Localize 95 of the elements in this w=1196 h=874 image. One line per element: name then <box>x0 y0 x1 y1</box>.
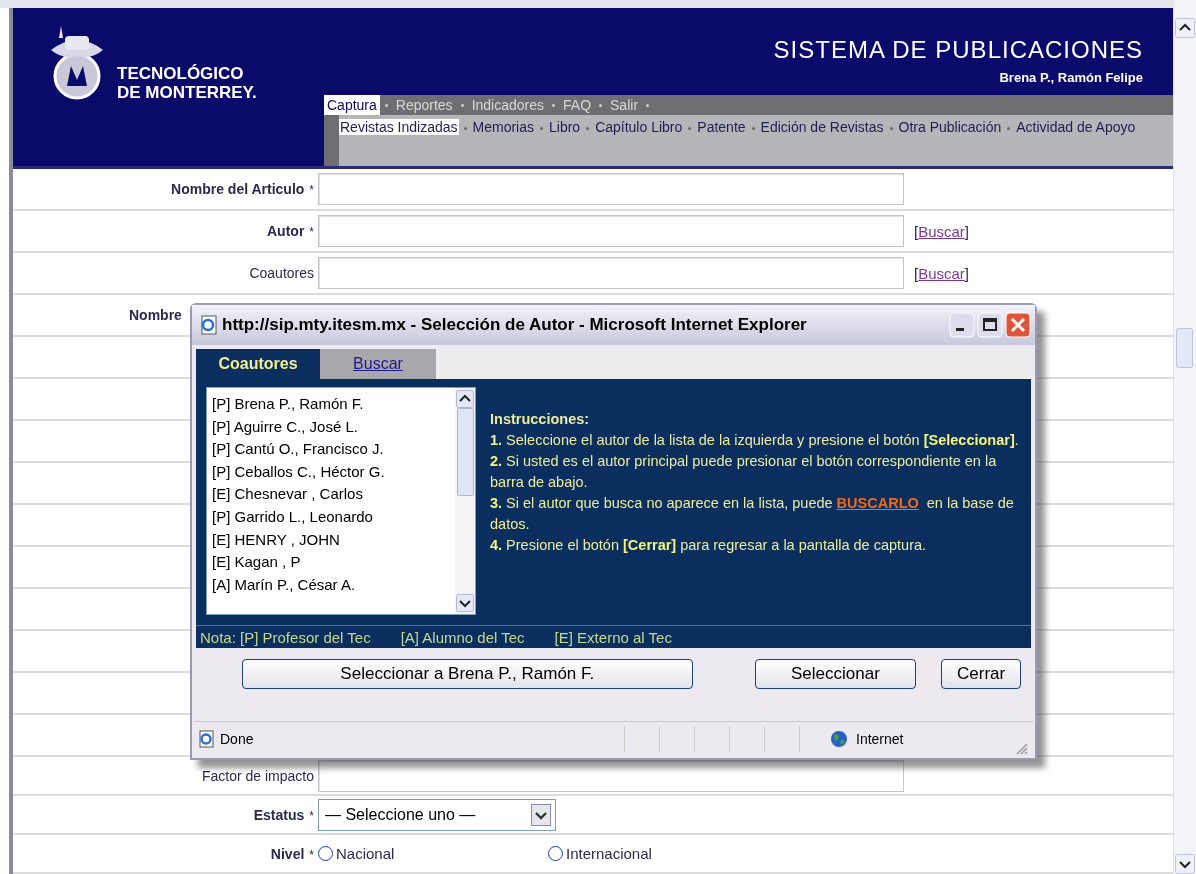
globe-icon <box>830 730 848 748</box>
required-mark: * <box>309 808 314 823</box>
separator-dot <box>751 126 755 130</box>
tab[interactable]: Coautores <box>196 349 320 379</box>
submenu-item[interactable]: Capítulo Libro <box>594 119 684 135</box>
minimize-icon[interactable] <box>949 312 975 338</box>
page-icon <box>198 730 216 748</box>
zone-text: Internet <box>856 731 904 747</box>
author-item[interactable]: [P] Cantú O., Francisco J. <box>212 438 455 461</box>
separator-dot <box>460 103 464 107</box>
author-item[interactable]: [P] Aguirre C., José L. <box>212 415 455 439</box>
author-item[interactable]: [E] Chesnevar , Carlos <box>212 483 455 506</box>
status-text: Done <box>220 731 255 747</box>
field-label: Factor de impacto <box>201 767 314 784</box>
search-link-text: [Buscar] <box>914 264 970 282</box>
submenu-item[interactable]: Libro <box>548 119 582 135</box>
submenu-item[interactable]: Memorias <box>471 119 535 135</box>
input-field[interactable] <box>318 759 904 792</box>
submenu-item[interactable]: Revistas Indizadas <box>339 119 459 135</box>
radio-button[interactable] <box>548 846 563 861</box>
menu-item[interactable]: Salir <box>607 95 642 115</box>
separator-dot <box>599 103 603 107</box>
separator-dot <box>688 126 692 130</box>
required-mark: * <box>309 183 314 197</box>
menu-item[interactable]: Captura <box>324 95 380 115</box>
window-title: http://sip.mty.itesm.mx - Selección de Autor - Microsoft Internet Explorer <box>222 315 808 335</box>
separator-dot <box>586 126 590 130</box>
required-mark: * <box>309 225 314 239</box>
separator-dot <box>1007 126 1011 130</box>
field-label: Estatus <box>253 806 305 823</box>
author-item[interactable]: [P] Garrido L., Leonardo <box>212 505 455 529</box>
author-item[interactable]: [A] Marín P., César A. <box>212 573 455 597</box>
legend-text: Nota: [P] Profesor del Tec <box>200 628 371 646</box>
scroll-up-icon[interactable] <box>456 390 474 408</box>
menu-item[interactable]: FAQ <box>560 95 595 115</box>
institution-name: TECNOLÓGICO <box>117 64 245 83</box>
menu-item[interactable]: Reportes <box>392 95 456 115</box>
maximize-icon[interactable] <box>977 312 1003 338</box>
separator-dot <box>463 126 467 130</box>
field-label: Autor <box>267 223 305 239</box>
institution-name: DE MONTERREY. <box>117 83 257 102</box>
input-field[interactable] <box>318 257 904 289</box>
legend-text: [A] Alumno del Tec <box>400 628 525 646</box>
submenu-item[interactable]: Otra Publicación <box>897 119 1003 135</box>
dialog-button[interactable]: Cerrar <box>941 659 1021 689</box>
tab[interactable]: Buscar <box>320 349 436 379</box>
close-icon[interactable] <box>1005 312 1031 338</box>
author-item[interactable]: [P] Ceballos C., Héctor G. <box>212 460 455 484</box>
instruction-text: 1. Seleccione el autor de la lista de la izquierda y presione el botón [Seleccionar]. <box>490 431 1020 450</box>
status-dropdown[interactable]: — Seleccione uno — <box>318 798 556 831</box>
menu-item[interactable]: Indicadores <box>468 95 547 115</box>
user-name: Brena P., Ramón Felipe <box>998 70 1143 85</box>
radio-label: Nacional <box>336 845 395 862</box>
separator-dot <box>889 126 893 130</box>
radio-label: Internacional <box>566 845 652 862</box>
input-field[interactable] <box>318 215 904 247</box>
instruction-text: 4. Presione el botón [Cerrar] para regresar a la pantalla de captura. <box>490 536 928 555</box>
radio-button[interactable] <box>318 846 333 861</box>
separator-dot <box>552 103 555 107</box>
separator-dot <box>384 103 388 107</box>
search-link-text: [Buscar] <box>914 222 970 240</box>
search-link[interactable]: BUSCARLO <box>836 495 919 511</box>
scroll-down-icon[interactable] <box>456 594 474 612</box>
scrollbar[interactable] <box>455 388 475 614</box>
system-title: SISTEMA DE PUBLICACIONES <box>772 36 1143 64</box>
instructions-heading: Instrucciones: <box>490 410 591 429</box>
field-label: Nombre <box>129 307 182 323</box>
submenu-item[interactable]: Edición de Revistas <box>759 119 885 135</box>
input-field[interactable] <box>318 173 904 205</box>
legend-text: [E] Externo al Tec <box>554 628 672 646</box>
author-item[interactable]: [E] HENRY , JOHN <box>212 528 455 552</box>
scroll-down-icon[interactable] <box>1175 854 1195 874</box>
search-link[interactable]: Buscar <box>918 264 965 282</box>
scroll-up-icon[interactable] <box>1175 18 1195 38</box>
field-label: Coautores <box>249 265 314 281</box>
author-item[interactable]: [E] Kagan , P <box>212 551 455 574</box>
separator-dot <box>646 103 650 107</box>
dialog-button[interactable]: Seleccionar a Brena P., Ramón F. <box>242 659 693 689</box>
submenu-item[interactable]: Patente <box>696 119 747 135</box>
author-list[interactable] <box>206 387 476 615</box>
field-label: Nombre del Articulo <box>171 181 305 197</box>
submenu-item[interactable]: Actividad de Apoyo <box>1015 119 1137 135</box>
dialog-button[interactable]: Seleccionar <box>754 659 917 689</box>
scroll-thumb[interactable] <box>456 408 474 496</box>
search-link[interactable]: Buscar <box>918 222 965 240</box>
instruction-text: 2. Si usted es el autor principal puede presionar el botón correspondiente en la barra de abajo. <box>490 452 998 492</box>
required-mark: * <box>309 847 314 862</box>
field-label: Nivel <box>270 845 305 862</box>
scroll-thumb[interactable] <box>1176 328 1193 368</box>
page-scrollbar[interactable] <box>1173 0 1196 874</box>
resize-grip-icon[interactable] <box>1015 742 1029 756</box>
page-icon <box>200 315 218 335</box>
instruction-text: 3. Si el autor que busca no aparece en la lista, puede BUSCARLO en la base de datos. <box>490 494 1015 534</box>
author-item[interactable]: [P] Brena P., Ramón F. <box>212 393 455 416</box>
separator-dot <box>540 126 543 130</box>
